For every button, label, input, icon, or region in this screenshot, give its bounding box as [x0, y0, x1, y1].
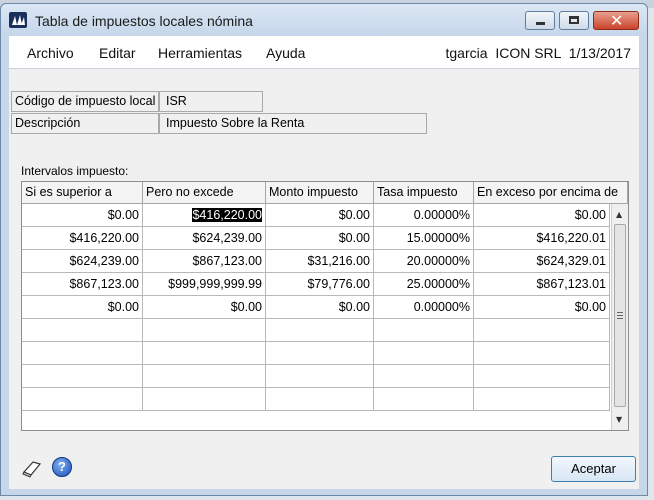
grip-line: [617, 318, 623, 319]
cell-exceso[interactable]: $624,329.01: [474, 250, 610, 273]
column-header-no-excede[interactable]: Pero no excede: [143, 182, 266, 204]
maximize-icon: [569, 16, 579, 24]
grip-line: [617, 312, 623, 313]
cell-tasa[interactable]: [374, 319, 474, 342]
company-name: ICON SRL: [495, 45, 561, 61]
user-name: tgarcia: [445, 45, 488, 61]
cell-no-excede[interactable]: $624,239.00: [143, 227, 266, 250]
scroll-down-icon[interactable]: ▼: [616, 415, 622, 424]
note-icon[interactable]: [21, 458, 43, 478]
cell-no-excede[interactable]: $867,123.00: [143, 250, 266, 273]
code-field[interactable]: ISR: [159, 91, 263, 112]
help-icon[interactable]: ?: [52, 457, 72, 477]
close-button[interactable]: ✕: [593, 11, 639, 30]
cell-monto[interactable]: $0.00: [266, 296, 374, 319]
cell-no-excede[interactable]: $999,999,999.99: [143, 273, 266, 296]
cell-monto[interactable]: $0.00: [266, 227, 374, 250]
close-icon: ✕: [610, 11, 624, 30]
cell-superior[interactable]: $624,239.00: [22, 250, 143, 273]
table-row: [22, 319, 610, 342]
cell-exceso[interactable]: $0.00: [474, 296, 610, 319]
code-label: Código de impuesto local: [11, 91, 159, 112]
cell-superior[interactable]: $0.00: [22, 296, 143, 319]
cell-no-excede[interactable]: [143, 342, 266, 365]
column-header-exceso[interactable]: En exceso por encima de: [474, 182, 628, 204]
cell-no-excede[interactable]: [143, 365, 266, 388]
table-row: [22, 388, 610, 411]
table-row: [22, 365, 610, 388]
cell-superior[interactable]: [22, 388, 143, 411]
table-row: $416,220.00 $624,239.00 $0.00 15.00000% …: [22, 227, 610, 250]
minimize-icon: [536, 22, 545, 25]
cell-monto[interactable]: [266, 365, 374, 388]
column-header-superior[interactable]: Si es superior a: [22, 182, 143, 204]
table-row: $624,239.00 $867,123.00 $31,216.00 20.00…: [22, 250, 610, 273]
cell-tasa[interactable]: 20.00000%: [374, 250, 474, 273]
cell-tasa[interactable]: 25.00000%: [374, 273, 474, 296]
cell-superior[interactable]: [22, 319, 143, 342]
table-row: $867,123.00 $999,999,999.99 $79,776.00 2…: [22, 273, 610, 296]
grip-line: [617, 315, 623, 316]
tax-intervals-grid: Si es superior a Pero no excede Monto im…: [21, 181, 629, 431]
cell-exceso[interactable]: [474, 319, 610, 342]
form-content: Código de impuesto local ISR Descripción…: [9, 69, 639, 489]
intervals-label: Intervalos impuesto:: [21, 164, 129, 178]
table-row: [22, 342, 610, 365]
vertical-scrollbar[interactable]: ▲ ▼: [611, 204, 628, 430]
description-label: Descripción: [11, 113, 159, 134]
menu-herramientas[interactable]: Herramientas: [158, 45, 242, 61]
cell-superior[interactable]: [22, 365, 143, 388]
session-info: tgarcia ICON SRL 1/13/2017: [446, 45, 632, 61]
cell-no-excede[interactable]: [143, 319, 266, 342]
cell-superior[interactable]: [22, 342, 143, 365]
cell-exceso[interactable]: $416,220.01: [474, 227, 610, 250]
cell-monto[interactable]: [266, 319, 374, 342]
cell-monto[interactable]: $79,776.00: [266, 273, 374, 296]
cell-monto[interactable]: $0.00: [266, 204, 374, 227]
cell-tasa[interactable]: 0.00000%: [374, 296, 474, 319]
window-title: Tabla de impuestos locales nómina: [35, 13, 253, 29]
cell-exceso[interactable]: [474, 365, 610, 388]
maximize-button[interactable]: [559, 11, 589, 30]
minimize-button[interactable]: [525, 11, 555, 30]
cell-tasa[interactable]: 0.00000%: [374, 204, 474, 227]
cell-tasa[interactable]: [374, 365, 474, 388]
cell-no-excede[interactable]: [143, 388, 266, 411]
cell-tasa[interactable]: [374, 388, 474, 411]
menu-bar: Archivo Editar Herramientas Ayuda tgarci…: [9, 36, 639, 69]
menu-editar[interactable]: Editar: [99, 45, 136, 61]
cell-exceso[interactable]: $0.00: [474, 204, 610, 227]
cell-superior[interactable]: $867,123.00: [22, 273, 143, 296]
selected-text: $416,220.00: [192, 208, 262, 222]
cell-superior[interactable]: $0.00: [22, 204, 143, 227]
cell-exceso[interactable]: $867,123.01: [474, 273, 610, 296]
cell-tasa[interactable]: 15.00000%: [374, 227, 474, 250]
cell-monto[interactable]: [266, 388, 374, 411]
table-row: $0.00 $0.00 $0.00 0.00000% $0.00: [22, 296, 610, 319]
cell-no-excede[interactable]: $416,220.00: [143, 204, 266, 227]
menu-archivo[interactable]: Archivo: [27, 45, 74, 61]
accept-button[interactable]: Aceptar: [551, 456, 636, 482]
column-header-monto[interactable]: Monto impuesto: [266, 182, 374, 204]
title-bar: Tabla de impuestos locales nómina ✕: [1, 4, 647, 36]
cell-monto[interactable]: [266, 342, 374, 365]
session-date: 1/13/2017: [568, 45, 631, 61]
cell-exceso[interactable]: [474, 342, 610, 365]
app-logo-icon: [9, 12, 27, 28]
description-field[interactable]: Impuesto Sobre la Renta: [159, 113, 427, 134]
cell-tasa[interactable]: [374, 342, 474, 365]
column-header-tasa[interactable]: Tasa impuesto: [374, 182, 474, 204]
cell-exceso[interactable]: [474, 388, 610, 411]
dialog-window: Tabla de impuestos locales nómina ✕ Arch…: [0, 3, 648, 496]
cell-no-excede[interactable]: $0.00: [143, 296, 266, 319]
table-row: $0.00 $416,220.00 $0.00 0.00000% $0.00: [22, 204, 610, 227]
cell-superior[interactable]: $416,220.00: [22, 227, 143, 250]
cell-monto[interactable]: $31,216.00: [266, 250, 374, 273]
scroll-up-icon[interactable]: ▲: [616, 210, 622, 219]
scroll-thumb[interactable]: [614, 224, 626, 407]
menu-ayuda[interactable]: Ayuda: [266, 45, 305, 61]
